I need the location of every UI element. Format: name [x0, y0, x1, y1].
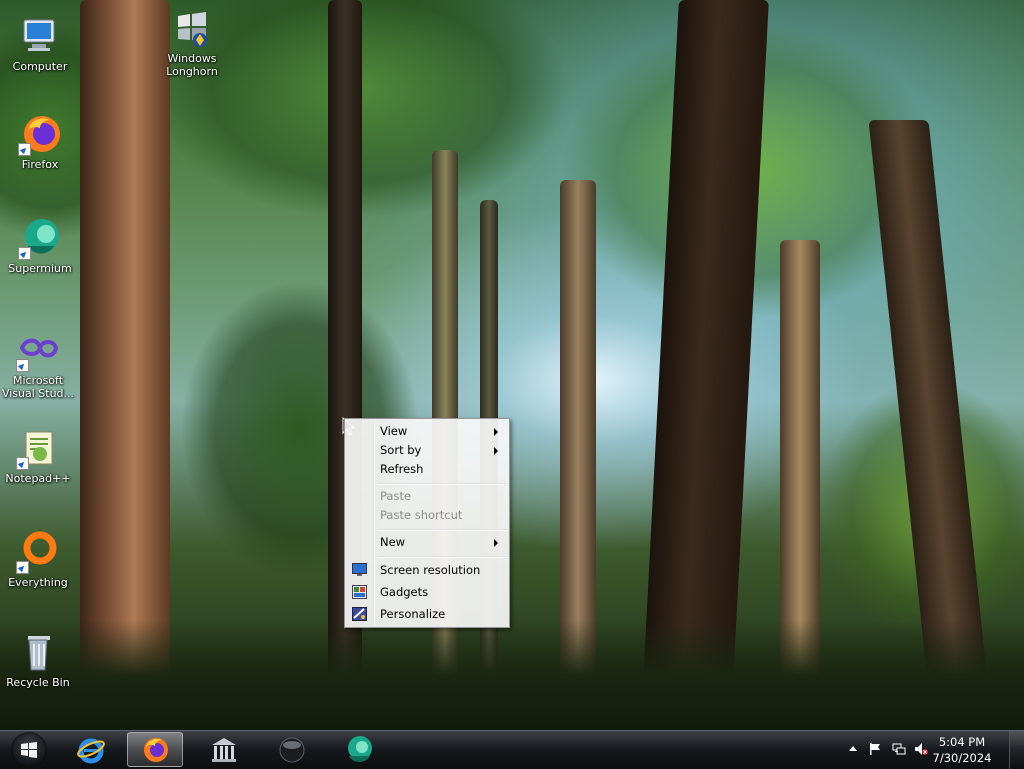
menu-item-refresh[interactable]: Refresh — [347, 460, 507, 479]
menu-item-new[interactable]: New — [347, 533, 507, 552]
shortcut-arrow-icon — [16, 561, 29, 574]
desktop-icon-label: Notepad++ — [5, 472, 71, 485]
menu-item-gadgets[interactable]: Gadgets — [347, 583, 507, 602]
desktop-context-menu: View Sort by Refresh Paste Paste shortcu… — [344, 418, 510, 628]
shortcut-arrow-icon — [18, 247, 31, 260]
firefox-icon — [144, 738, 168, 762]
desktop-icon-recycle-bin[interactable]: Recycle Bin — [0, 630, 76, 689]
desktop-icon-firefox[interactable]: Firefox — [2, 112, 78, 171]
show-desktop-button[interactable] — [1009, 731, 1024, 769]
notepad-plus-plus-icon — [16, 426, 60, 470]
action-center-flag-icon[interactable] — [868, 742, 882, 756]
menu-item-paste: Paste — [380, 489, 412, 503]
library-icon — [212, 738, 236, 762]
internet-explorer-icon — [77, 738, 105, 764]
submenu-arrow-icon — [494, 428, 498, 436]
menu-item-paste-shortcut: Paste shortcut — [380, 508, 463, 522]
desktop-icon-label: Everything — [8, 576, 68, 589]
desktop-icon-label: Recycle Bin — [6, 676, 70, 689]
screen-resolution-icon — [352, 563, 367, 576]
windows-longhorn-icon — [170, 6, 214, 50]
supermium-icon — [18, 216, 62, 260]
taskbar-supermium[interactable] — [331, 732, 387, 767]
desktop-icon-computer[interactable]: Computer — [2, 14, 78, 73]
taskbar: 5:04 PM 7/30/2024 — [0, 730, 1024, 769]
desktop-icon-notepad-plus-plus[interactable]: Notepad++ — [0, 426, 76, 485]
taskbar-library[interactable] — [196, 732, 252, 767]
computer-icon — [18, 14, 62, 58]
taskbar-firefox[interactable] — [127, 732, 183, 767]
wallpaper-trunk — [80, 0, 170, 700]
everything-icon — [16, 530, 60, 574]
desktop-icon-label: Computer — [12, 60, 68, 73]
desktop-icon-label: Microsoft Visual Stud... — [1, 374, 75, 400]
menu-item-screen-resolution[interactable]: Screen resolution — [347, 561, 507, 580]
clock-time: 5:04 PM — [938, 735, 986, 749]
desktop-icon-label: Windows Longhorn — [166, 52, 218, 78]
gadgets-icon — [352, 585, 367, 599]
start-button[interactable] — [4, 732, 56, 768]
personalize-icon — [352, 607, 367, 621]
menu-separator — [377, 483, 507, 485]
menu-item-personalize[interactable]: Personalize — [347, 605, 507, 624]
menu-item-view[interactable]: View — [347, 422, 507, 441]
visual-studio-icon — [16, 328, 60, 372]
firefox-icon — [18, 112, 62, 156]
clock-date: 7/30/2024 — [932, 751, 992, 765]
menu-separator — [377, 556, 507, 558]
submenu-arrow-icon — [494, 539, 498, 547]
windows-logo-icon — [21, 742, 37, 758]
shortcut-arrow-icon — [18, 143, 31, 156]
menu-separator — [377, 529, 507, 531]
taskbar-internet-explorer[interactable] — [64, 732, 120, 767]
taskbar-media[interactable] — [264, 732, 320, 767]
shortcut-arrow-icon — [16, 457, 29, 470]
show-hidden-icons-icon[interactable] — [846, 742, 860, 756]
desktop-icon-label: Firefox — [21, 158, 59, 171]
supermium-icon — [348, 736, 372, 762]
desktop-icon-supermium[interactable]: Supermium — [2, 216, 78, 275]
taskbar-clock[interactable]: 5:04 PM 7/30/2024 — [922, 734, 1002, 766]
desktop-background[interactable]: Computer Windows Longhorn Firefox Superm… — [0, 0, 1024, 730]
network-icon[interactable] — [892, 742, 906, 756]
desktop-icon-windows-longhorn[interactable]: Windows Longhorn — [154, 6, 230, 78]
menu-item-sort-by[interactable]: Sort by — [347, 441, 507, 460]
desktop-icon-everything[interactable]: Everything — [0, 530, 76, 589]
media-orb-icon — [279, 737, 305, 763]
desktop-icon-visual-studio[interactable]: Microsoft Visual Stud... — [0, 328, 76, 400]
desktop-icon-label: Supermium — [8, 262, 72, 275]
submenu-arrow-icon — [494, 447, 498, 455]
recycle-bin-icon — [16, 630, 60, 674]
wallpaper-undergrowth — [0, 620, 1024, 730]
shortcut-arrow-icon — [16, 359, 29, 372]
